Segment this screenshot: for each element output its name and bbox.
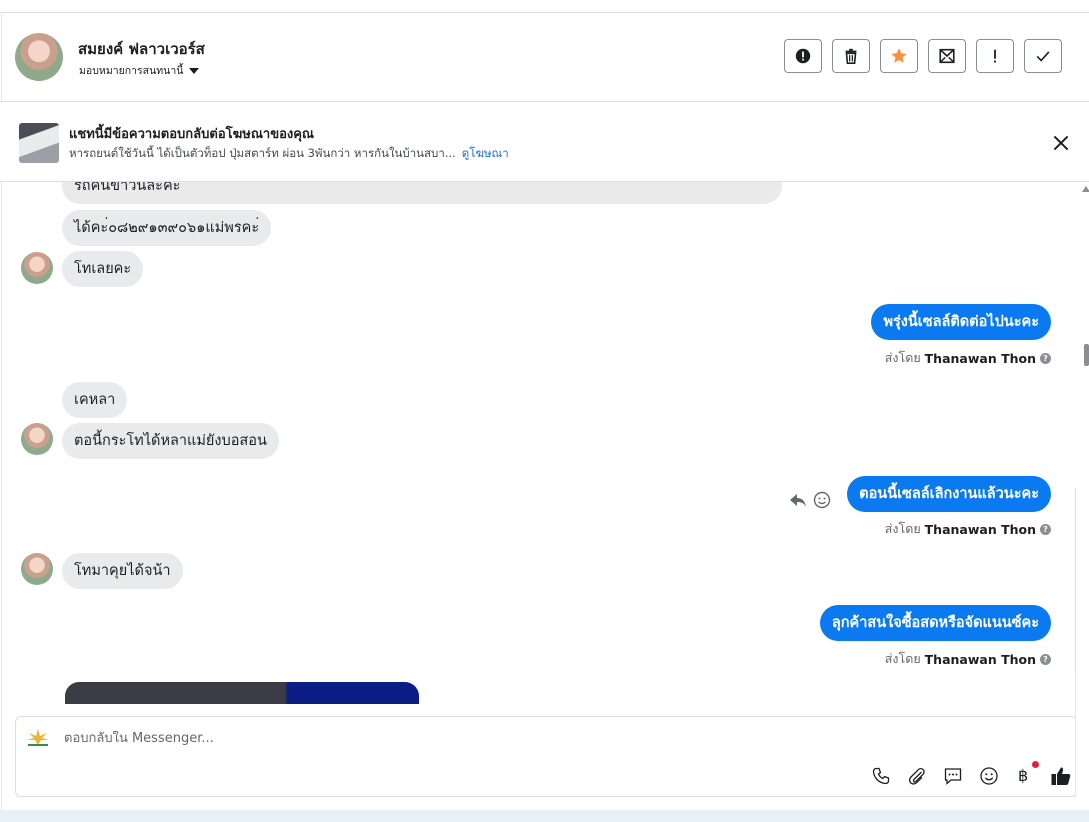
sent-by-prefix: ส่งโดย xyxy=(884,350,921,365)
message-bubble-incoming[interactable]: เคหลา xyxy=(62,382,128,418)
message-bubble-outgoing[interactable]: ลุกค้าสนใจซื้อสดหรือจัดแนนซ์คะ xyxy=(819,605,1051,641)
saved-replies-icon[interactable] xyxy=(943,766,963,786)
reply-icon[interactable] xyxy=(788,490,808,510)
payment-icon[interactable]: ฿ xyxy=(1018,766,1028,785)
reply-composer: ฿ xyxy=(15,716,1077,797)
page-footer-band xyxy=(0,810,1089,822)
message-bubble-incoming[interactable]: ได้คะ่๐๘๒๙๑๓๙๐๖๑แม่พรคะ่ xyxy=(62,210,272,246)
message-bubble-outgoing[interactable]: พรุ่งนี้เซลล์ติดต่อไปนะคะ xyxy=(871,304,1051,340)
sender-name: Thanawan Thon xyxy=(924,521,1036,537)
banner-title: แชทนี้มีข้อความตอบกลับต่อโฆษณาของคุณ xyxy=(69,127,314,142)
contact-avatar-small xyxy=(21,423,53,455)
message-bubble-incoming[interactable]: โทเลยคะ xyxy=(62,251,144,287)
sent-by-prefix: ส่งโดย xyxy=(884,521,921,536)
message-bubble-incoming[interactable]: ตอนี้กระโทได้หลาแม่ยังบอสอน xyxy=(62,423,279,459)
star-icon xyxy=(891,48,907,63)
exclamation-icon xyxy=(994,49,996,63)
mark-done-button[interactable] xyxy=(1024,39,1062,73)
message-bubble-incoming[interactable]: โทมาคุยได้จน้า xyxy=(62,553,183,589)
contact-avatar-small xyxy=(21,553,53,585)
contact-avatar-small xyxy=(21,252,53,284)
side-panel-edge xyxy=(1075,488,1089,668)
contact-name[interactable]: สมยงค์ ฟลาวเวอร์ส xyxy=(78,37,205,61)
contact-avatar[interactable] xyxy=(15,33,63,81)
image-attachment[interactable] xyxy=(65,682,419,704)
sent-by-prefix: ส่งโดย xyxy=(884,651,921,666)
sent-by-label: ส่งโดย Thanawan Thon ? xyxy=(885,348,1051,368)
scroll-up-arrow-icon[interactable] xyxy=(1082,186,1089,192)
report-spam-button[interactable] xyxy=(784,39,822,73)
emoji-icon[interactable] xyxy=(979,766,999,786)
banner-subtitle: หารถยนต์ใช้วันนี้ ได้เป็นตัวท็อป ปุ่มสตา… xyxy=(69,145,509,163)
help-icon[interactable]: ? xyxy=(1040,352,1051,364)
message-input[interactable] xyxy=(64,731,764,746)
message-actions xyxy=(788,490,832,510)
message-bubble-outgoing[interactable]: ตอนนี้เซลล์เลิกงานแล้วนะคะ xyxy=(847,476,1051,512)
caret-down-icon xyxy=(189,67,200,74)
sender-name: Thanawan Thon xyxy=(924,350,1036,366)
sent-by-label: ส่งโดย Thanawan Thon ? xyxy=(885,519,1051,539)
mark-unread-button[interactable] xyxy=(928,39,966,73)
sent-by-label: ส่งโดย Thanawan Thon ? xyxy=(885,649,1051,669)
trash-icon xyxy=(845,48,857,65)
help-icon[interactable]: ? xyxy=(1040,523,1051,535)
view-ad-link[interactable]: ดูโฆษณา xyxy=(462,146,509,160)
checkmark-icon xyxy=(1036,51,1050,62)
side-strip xyxy=(1075,668,1089,798)
star-button[interactable] xyxy=(880,39,918,73)
scrollbar-thumb[interactable] xyxy=(1084,344,1089,366)
notification-dot xyxy=(1032,761,1039,768)
close-icon[interactable] xyxy=(1050,132,1072,154)
assign-conversation-dropdown[interactable]: มอบหมายการสนทนานี้ xyxy=(79,62,200,79)
envelope-icon xyxy=(939,48,955,64)
page-logo-icon xyxy=(27,729,49,746)
banner-ad-text: หารถยนต์ใช้วันนี้ ได้เป็นตัวท็อป ปุ่มสตา… xyxy=(69,146,456,160)
mark-important-button[interactable] xyxy=(976,39,1014,73)
assign-label: มอบหมายการสนทนานี้ xyxy=(79,65,184,77)
sender-name: Thanawan Thon xyxy=(924,651,1036,667)
emoji-react-icon[interactable] xyxy=(812,490,832,510)
thumbs-up-icon[interactable] xyxy=(1050,765,1072,787)
alert-circle-icon xyxy=(795,48,811,64)
conversation-header: สมยงค์ ฟลาวเวอร์ส มอบหมายการสนทนานี้ xyxy=(0,13,1089,102)
paperclip-icon[interactable] xyxy=(907,766,927,786)
ad-thumbnail xyxy=(19,123,59,163)
message-thread[interactable]: รถคันขาวนิละคะ ได้คะ่๐๘๒๙๑๓๙๐๖๑แม่พรคะ่ … xyxy=(0,182,1075,704)
phone-icon[interactable] xyxy=(871,766,891,786)
message-bubble-incoming[interactable]: รถคันขาวนิละคะ xyxy=(62,182,782,204)
ad-reply-banner: แชทนี้มีข้อความตอบกลับต่อโฆษณาของคุณ หาร… xyxy=(0,102,1089,182)
help-icon[interactable]: ? xyxy=(1040,653,1051,665)
delete-button[interactable] xyxy=(832,39,870,73)
